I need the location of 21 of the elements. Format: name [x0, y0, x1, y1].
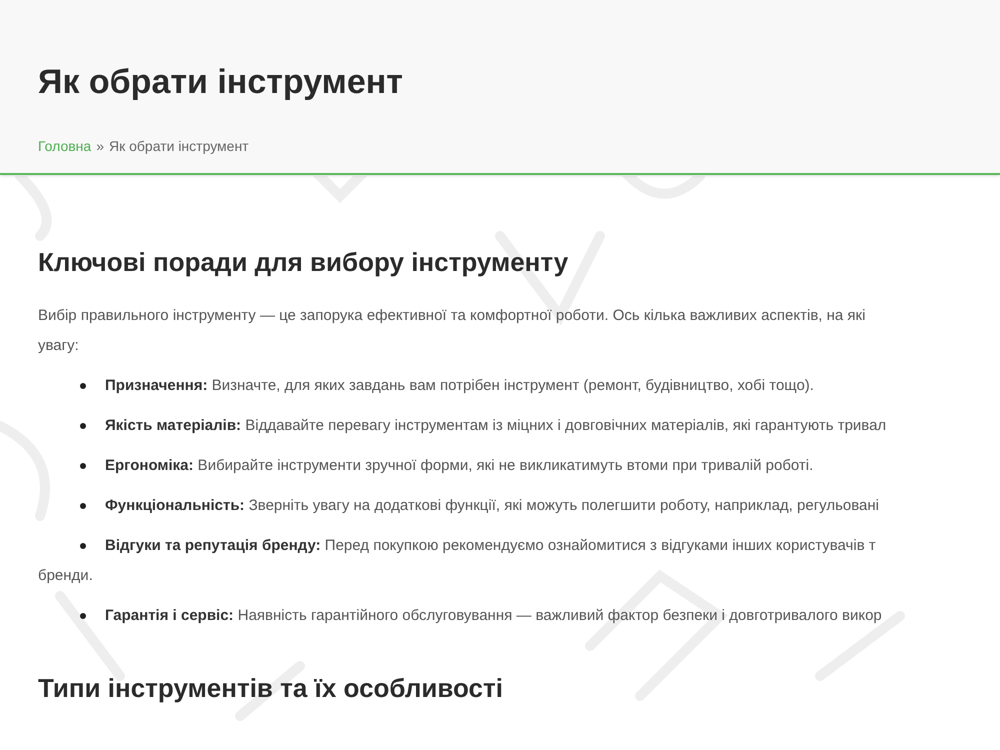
bullet-icon: [80, 613, 86, 619]
list-item-text: Функціональність: Зверніть увагу на додаткові функції, які можуть полегшити роботу, наприклад, регульовані: [105, 496, 880, 516]
breadcrumb-separator: »: [96, 137, 104, 156]
list-item-text: Призначення: Визначте, для яких завдань вам потрібен інструмент (ремонт, будівництво, хобі тощо).: [105, 376, 814, 396]
bullet-icon: [80, 543, 86, 549]
section-heading: Ключові поради для вибору інструменту: [38, 246, 570, 279]
paragraph-line: увагу:: [38, 336, 80, 356]
section-heading: Типи інструментів та їх особливості: [38, 672, 504, 705]
page-title: Як обрати інструмент: [38, 62, 404, 103]
list-item-text: Відгуки та репутація бренду: Перед покупкою рекомендуємо ознайомитися з відгуками інших користувачів т: [105, 536, 876, 556]
bullet-icon: [80, 383, 86, 389]
bullet-icon: [80, 463, 86, 469]
list-item-text: бренди.: [38, 566, 93, 586]
bullet-icon: [80, 423, 86, 429]
bullet-icon: [80, 503, 86, 509]
list-item-text: Ергономіка: Вибирайте інструменти зручної форми, які не викликатимуть втоми при тривалій роботі.: [105, 456, 814, 476]
paragraph-line: Вибір правильного інструменту — це запорука ефективної та комфортної роботи. Ось кілька важливих аспектів, на які: [38, 306, 866, 326]
list-item-text: Гарантія і сервіс: Наявність гарантійного обслуговування — важливий фактор безпеки і довготривалого викор: [105, 606, 882, 626]
breadcrumb-link[interactable]: Головна: [38, 136, 92, 157]
breadcrumb-current: Як обрати інструмент: [109, 137, 249, 156]
list-item-text: Якість матеріалів: Віддавайте перевагу інструментам із міцних і довговічних матеріалів, які гарантують тривал: [105, 416, 886, 436]
